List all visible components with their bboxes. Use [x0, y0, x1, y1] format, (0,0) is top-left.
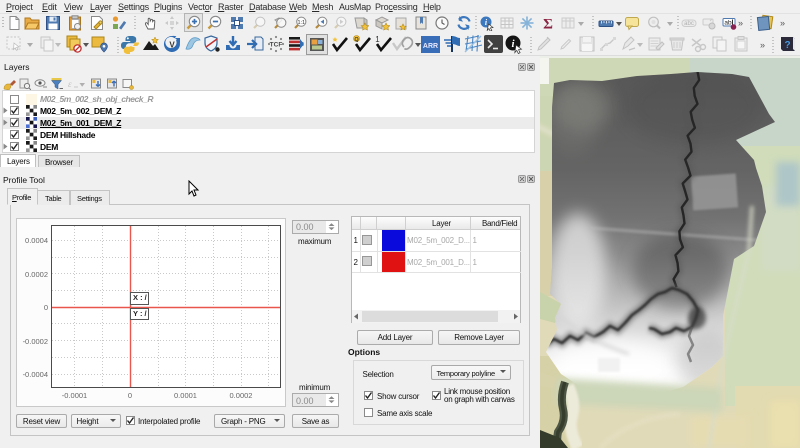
- svg-text:abc: abc: [684, 21, 694, 27]
- svg-text:TCF: TCF: [270, 42, 283, 49]
- svg-text:Σ: Σ: [543, 17, 553, 32]
- svg-text:1: 1: [375, 35, 380, 44]
- svg-text:?: ?: [784, 40, 790, 51]
- svg-text:ab: ab: [724, 20, 732, 27]
- svg-text:V: V: [169, 41, 175, 50]
- svg-text:ε: ε: [68, 79, 72, 89]
- svg-text:1:1: 1:1: [297, 20, 305, 26]
- svg-text:ARR: ARR: [423, 43, 438, 50]
- svg-text:Q: Q: [354, 37, 359, 43]
